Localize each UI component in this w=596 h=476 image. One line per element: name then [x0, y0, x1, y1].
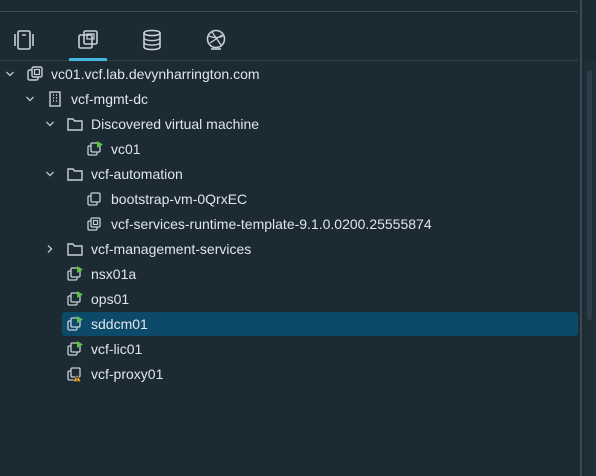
networking-icon: [206, 29, 226, 50]
navigator-tabs: [0, 20, 578, 61]
tree-node-label: vc01: [111, 141, 141, 157]
vms-templates-icon: [78, 30, 98, 49]
chevron-down-icon[interactable]: [44, 118, 56, 130]
tree-node-vm-vc01[interactable]: vc01: [0, 137, 580, 161]
tree-node-label: nsx01a: [91, 266, 137, 282]
tab-networking[interactable]: [194, 20, 238, 60]
tree-node-vm-nsx01a[interactable]: nsx01a: [0, 262, 580, 286]
tree-node-datacenter[interactable]: vcf-mgmt-dc: [0, 87, 580, 111]
tree-node-vcenter[interactable]: vc01.vcf.lab.devynharrington.com: [0, 62, 580, 86]
tree-node-label: Discovered virtual machine: [91, 116, 260, 132]
tree-node-label: vcf-automation: [91, 166, 183, 182]
scroll-thumb[interactable]: [587, 70, 592, 320]
folder-icon: [66, 165, 84, 183]
tree-node-label: vcf-services-runtime-template-9.1.0.0200…: [111, 216, 432, 232]
hosts-clusters-icon: [14, 30, 34, 50]
vm-powered-on-icon: [66, 290, 84, 308]
tree-node-label: vcf-lic01: [91, 341, 143, 357]
tree-node-template-runtime[interactable]: vcf-services-runtime-template-9.1.0.0200…: [0, 212, 580, 236]
tree-node-label: vcf-proxy01: [91, 366, 164, 382]
top-divider: [0, 0, 578, 12]
vm-powered-on-icon: [86, 140, 104, 158]
tree-node-vm-sddcm01[interactable]: sddcm01: [0, 312, 580, 336]
tree-scrollbar[interactable]: [584, 60, 596, 476]
vm-powered-on-icon: [66, 265, 84, 283]
tree-node-label: vcf-management-services: [91, 241, 252, 257]
vm-warning-icon: [66, 365, 84, 383]
datacenter-icon: [46, 90, 64, 108]
pane-splitter[interactable]: [580, 0, 582, 476]
tree-node-label: ops01: [91, 291, 130, 307]
tree-node-label: bootstrap-vm-0QrxEC: [111, 191, 248, 207]
tree-node-folder-discovered[interactable]: Discovered virtual machine: [0, 112, 580, 136]
tree-node-vm-vcf-lic01[interactable]: vcf-lic01: [0, 337, 580, 361]
tab-storage[interactable]: [130, 20, 174, 60]
chevron-down-icon[interactable]: [44, 168, 56, 180]
vcenter-icon: [26, 65, 44, 83]
tab-hosts-clusters[interactable]: [2, 20, 46, 60]
tree-node-vm-vcf-proxy01[interactable]: vcf-proxy01: [0, 362, 580, 386]
folder-icon: [66, 240, 84, 258]
vm-powered-on-icon: [66, 340, 84, 358]
vm-powered-off-icon: [86, 190, 104, 208]
tree-node-folder-management-services[interactable]: vcf-management-services: [0, 237, 580, 261]
tree-node-folder-automation[interactable]: vcf-automation: [0, 162, 580, 186]
vm-powered-on-icon: [66, 315, 84, 333]
tree-node-vm-ops01[interactable]: ops01: [0, 287, 580, 311]
chevron-down-icon[interactable]: [24, 93, 36, 105]
vm-template-icon: [86, 215, 104, 233]
tab-vms-templates[interactable]: [66, 20, 110, 61]
tree-node-label: vc01.vcf.lab.devynharrington.com: [51, 66, 260, 82]
tree-node-label: vcf-mgmt-dc: [71, 91, 148, 107]
tree-node-label: sddcm01: [91, 316, 148, 332]
chevron-down-icon[interactable]: [4, 68, 16, 80]
tree-node-vm-bootstrap[interactable]: bootstrap-vm-0QrxEC: [0, 187, 580, 211]
storage-icon: [143, 29, 161, 51]
folder-icon: [66, 115, 84, 133]
chevron-right-icon[interactable]: [44, 243, 56, 255]
